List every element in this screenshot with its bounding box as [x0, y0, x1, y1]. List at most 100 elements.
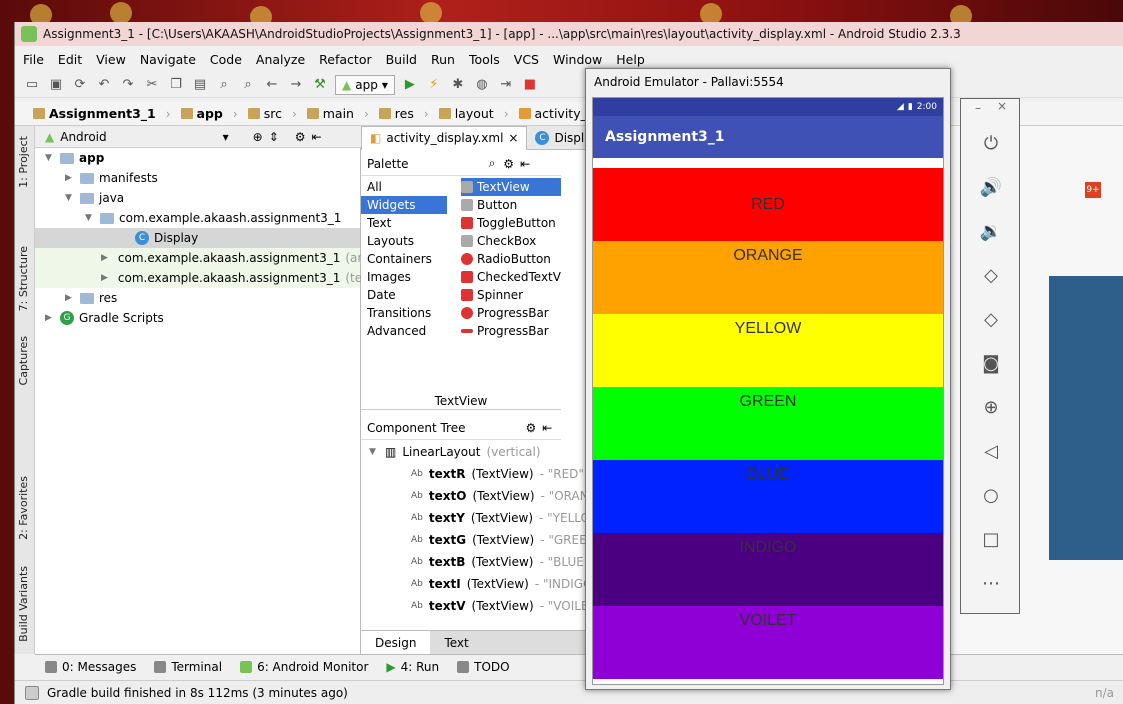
crumb-res[interactable]: res — [373, 106, 420, 121]
palette-item-radiobutton[interactable]: RadioButton — [461, 250, 561, 268]
home-icon[interactable]: ○ — [979, 483, 1003, 507]
chevron-down-icon[interactable]: ▼ — [369, 447, 379, 457]
chevron-down-icon[interactable]: ▼ — [85, 213, 95, 223]
tree-item-res[interactable]: ▶ res — [65, 288, 117, 308]
hide-icon[interactable]: ⇤ — [520, 157, 530, 171]
volume-down-icon[interactable]: 🔉 — [979, 219, 1003, 243]
back-icon[interactable]: ◁ — [979, 439, 1003, 463]
tree-item-manifests[interactable]: ▶ manifests — [65, 168, 158, 188]
palette-cat-images[interactable]: Images — [361, 268, 451, 286]
search-icon[interactable]: ⌕ — [489, 156, 496, 171]
hide-icon[interactable]: ⇤ — [312, 130, 322, 144]
tree-item-display[interactable]: C Display — [35, 228, 360, 248]
gear-icon[interactable]: ⚙ — [503, 157, 514, 171]
palette-item-spinner[interactable]: Spinner — [461, 286, 561, 304]
forward-nav-icon[interactable]: → — [287, 76, 305, 94]
undo-icon[interactable]: ↶ — [95, 76, 113, 94]
project-view-select[interactable]: Android — [60, 130, 106, 144]
crumb-main[interactable]: main — [301, 106, 360, 121]
palette-item-checkedtextview[interactable]: CheckedTextView — [461, 268, 561, 286]
run-config-select[interactable]: ▲ app ▾ — [335, 74, 395, 95]
apply-changes-icon[interactable]: ⚡ — [425, 76, 443, 94]
component-item[interactable]: Ab textO (TextView) - "ORANGE" — [411, 486, 611, 506]
chevron-down-icon[interactable]: ▾ — [223, 130, 229, 144]
rotate-left-icon[interactable]: ◇ — [979, 263, 1003, 287]
menu-build[interactable]: Build — [386, 52, 417, 67]
palette-cat-text[interactable]: Text — [361, 214, 451, 232]
tool-android-monitor[interactable]: 6: Android Monitor — [240, 660, 368, 674]
menu-help[interactable]: Help — [616, 52, 645, 67]
warnings-badge-icon[interactable]: 9+ — [1085, 182, 1101, 198]
redo-icon[interactable]: ↷ — [119, 76, 137, 94]
palette-item-togglebutton[interactable]: ToggleButton — [461, 214, 561, 232]
chevron-right-icon[interactable]: ▶ — [65, 173, 75, 183]
paste-icon[interactable]: ▤ — [191, 76, 209, 94]
menu-view[interactable]: View — [96, 52, 126, 67]
replace-icon[interactable]: ⌕ — [239, 76, 257, 94]
palette-item-progressbar-horizontal[interactable]: ProgressBar — [461, 322, 561, 340]
overview-icon[interactable]: □ — [979, 527, 1003, 551]
tool-run[interactable]: ▶ 4: Run — [386, 660, 439, 674]
open-folder-icon[interactable]: ▭ — [23, 76, 41, 94]
back-nav-icon[interactable]: ← — [263, 76, 281, 94]
menu-refactor[interactable]: Refactor — [319, 52, 371, 67]
menu-code[interactable]: Code — [210, 52, 242, 67]
find-icon[interactable]: ⌕ — [215, 76, 233, 94]
crumb-app[interactable]: app — [175, 106, 229, 121]
tab-structure[interactable]: 7: Structure — [17, 246, 30, 311]
palette-item-checkbox[interactable]: CheckBox — [461, 232, 561, 250]
tab-build-variants[interactable]: Build Variants — [17, 566, 30, 642]
menu-edit[interactable]: Edit — [58, 52, 82, 67]
menu-tools[interactable]: Tools — [469, 52, 500, 67]
attach-debugger-icon[interactable]: ⇥ — [497, 76, 515, 94]
cut-icon[interactable]: ✂ — [143, 76, 161, 94]
stop-icon[interactable]: ■ — [521, 76, 539, 94]
chevron-down-icon[interactable]: ▼ — [65, 193, 75, 203]
tab-text[interactable]: Text — [430, 631, 482, 654]
camera-icon[interactable]: ◙ — [979, 351, 1003, 375]
run-icon[interactable]: ▶ — [401, 76, 419, 94]
palette-cat-widgets[interactable]: Widgets — [361, 196, 447, 214]
component-item[interactable]: Ab textG (TextView) - "GREEN" — [411, 530, 601, 550]
component-item[interactable]: Ab textY (TextView) - "YELLOW" — [411, 508, 607, 528]
hide-icon[interactable]: ⇤ — [542, 421, 552, 435]
target-icon[interactable]: ⊕ — [253, 130, 263, 144]
status-toggle-icon[interactable] — [25, 685, 39, 700]
palette-item-textview[interactable]: TextView — [461, 178, 561, 196]
volume-up-icon[interactable]: 🔊 — [979, 175, 1003, 199]
component-item[interactable]: Ab textB (TextView) - "BLUE" — [411, 552, 589, 572]
palette-cat-transitions[interactable]: Transitions — [361, 304, 451, 322]
tree-linearlayout[interactable]: ▼ ▥ LinearLayout (vertical) — [369, 442, 541, 462]
copy-icon[interactable]: ❐ — [167, 76, 185, 94]
sync-icon[interactable]: ⟳ — [71, 76, 89, 94]
palette-item-button[interactable]: Button — [461, 196, 561, 214]
emulator-screen[interactable]: ◢ ▮ 2:00 Assignment3_1 RED ORANGE YELLOW GR… — [592, 97, 944, 685]
save-icon[interactable]: ▣ — [47, 76, 65, 94]
close-icon[interactable]: × — [508, 131, 518, 145]
zoom-icon[interactable]: ⊕ — [979, 395, 1003, 419]
gear-icon[interactable]: ⚙ — [295, 130, 306, 144]
palette-cat-all[interactable]: All — [361, 178, 451, 196]
chevron-right-icon[interactable]: ▶ — [101, 253, 108, 263]
tree-item-java[interactable]: ▼ java — [65, 188, 124, 208]
palette-cat-date[interactable]: Date — [361, 286, 451, 304]
chevron-right-icon[interactable]: ▶ — [101, 273, 108, 283]
tool-todo[interactable]: TODO — [457, 660, 510, 674]
power-icon[interactable]: ⏻ — [979, 131, 1003, 155]
menu-file[interactable]: File — [23, 52, 44, 67]
palette-cat-containers[interactable]: Containers — [361, 250, 451, 268]
palette-cat-layouts[interactable]: Layouts — [361, 232, 451, 250]
rotate-right-icon[interactable]: ◇ — [979, 307, 1003, 331]
debug-icon[interactable]: ✱ — [449, 76, 467, 94]
gear-icon[interactable]: ⚙ — [525, 421, 536, 435]
tree-item-package[interactable]: ▼ com.example.akaash.assignment3_1 — [85, 208, 341, 228]
palette-item-progressbar[interactable]: ProgressBar — [461, 304, 561, 322]
tab-design[interactable]: Design — [361, 631, 431, 654]
menu-window[interactable]: Window — [553, 52, 602, 67]
tab-captures[interactable]: Captures — [17, 336, 30, 385]
profile-icon[interactable]: ◍ — [473, 76, 491, 94]
chevron-right-icon[interactable]: ▶ — [65, 293, 75, 303]
tree-item-app[interactable]: ▼ app — [45, 148, 104, 168]
tab-favorites[interactable]: 2: Favorites — [17, 476, 30, 540]
tab-project[interactable]: 1: Project — [17, 136, 30, 188]
